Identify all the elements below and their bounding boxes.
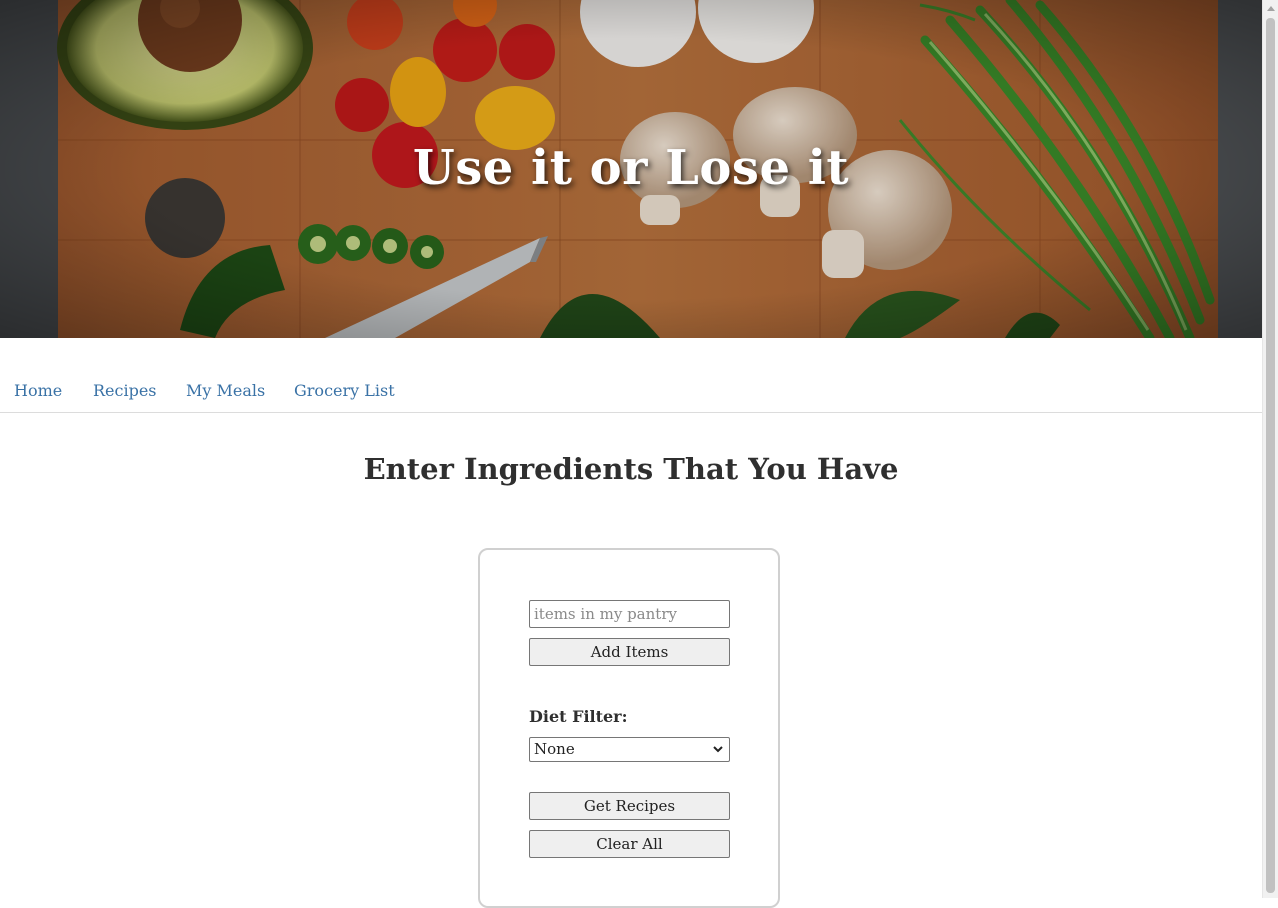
get-recipes-button[interactable]: Get Recipes — [529, 792, 730, 820]
scrollbar-thumb[interactable] — [1266, 18, 1275, 893]
add-items-button[interactable]: Add Items — [529, 638, 730, 666]
pantry-items-input[interactable] — [529, 600, 730, 628]
clear-all-button[interactable]: Clear All — [529, 830, 730, 858]
page-scrollbar[interactable] — [1262, 0, 1278, 898]
diet-filter-label: Diet Filter: — [529, 707, 628, 726]
hero-banner: Use it or Lose it — [0, 0, 1262, 338]
page-heading: Enter Ingredients That You Have — [363, 452, 899, 486]
main-nav: Home Recipes My Meals Grocery List — [0, 338, 1262, 413]
nav-link-recipes[interactable]: Recipes — [93, 381, 157, 400]
nav-link-home[interactable]: Home — [14, 381, 62, 400]
scroll-up-arrow-icon[interactable] — [1263, 0, 1278, 17]
chevron-down-icon — [713, 746, 723, 753]
diet-filter-select[interactable]: None — [529, 737, 730, 762]
diet-filter-selected-value: None — [534, 740, 575, 758]
site-title: Use it or Lose it — [412, 140, 850, 196]
nav-link-grocery-list[interactable]: Grocery List — [294, 381, 395, 400]
nav-link-my-meals[interactable]: My Meals — [186, 381, 265, 400]
